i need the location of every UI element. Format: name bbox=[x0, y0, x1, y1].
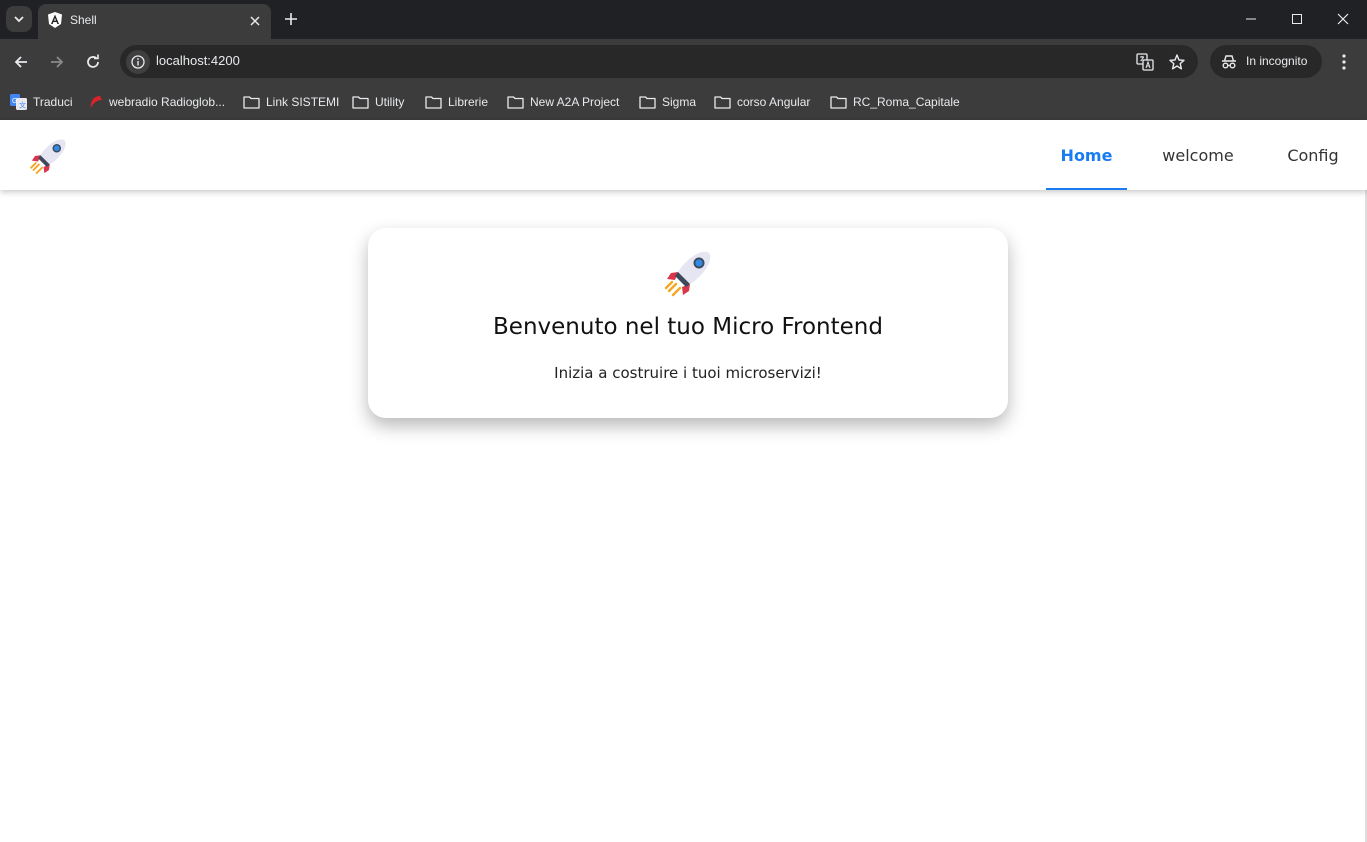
arrow-left-icon bbox=[14, 56, 27, 68]
svg-text:G: G bbox=[12, 98, 17, 105]
new-tab-button[interactable] bbox=[280, 8, 302, 30]
incognito-icon bbox=[1222, 55, 1236, 69]
info-icon bbox=[131, 55, 145, 69]
bookmark-traduci[interactable]: G文 Traduci bbox=[10, 91, 73, 113]
maximize-icon bbox=[1292, 14, 1302, 24]
star-icon bbox=[1169, 54, 1185, 70]
rocket-icon[interactable] bbox=[28, 135, 70, 177]
more-vert-icon bbox=[1342, 54, 1346, 70]
bookmark-label: corso Angular bbox=[737, 95, 811, 109]
browser-menu-button[interactable] bbox=[1334, 49, 1354, 75]
bookmark-label: RC_Roma_Capitale bbox=[853, 95, 960, 109]
folder-icon bbox=[243, 96, 260, 109]
site-info-button[interactable] bbox=[126, 50, 150, 74]
bookmark-librerie[interactable]: Librerie bbox=[425, 91, 488, 113]
close-icon bbox=[1337, 13, 1349, 25]
url-text: localhost:4200 bbox=[156, 53, 240, 68]
nav-config[interactable]: Config bbox=[1276, 120, 1350, 190]
folder-icon bbox=[714, 96, 731, 109]
app-viewport: Home welcome Config Benvenuto nel tuo Mi… bbox=[0, 120, 1367, 842]
folder-icon bbox=[352, 96, 369, 109]
app-navbar: Home welcome Config bbox=[0, 120, 1367, 190]
incognito-button[interactable]: In incognito bbox=[1210, 45, 1322, 78]
bookmark-webradio[interactable]: webradio Radioglob... bbox=[88, 91, 225, 113]
browser-tab[interactable]: Shell bbox=[38, 4, 271, 39]
browser-titlebar: Shell bbox=[0, 0, 1367, 39]
translate-icon bbox=[1136, 53, 1154, 71]
bookmark-label: New A2A Project bbox=[530, 95, 620, 109]
folder-icon bbox=[507, 96, 524, 109]
folder-icon bbox=[425, 96, 442, 109]
google-translate-icon: G文 bbox=[10, 94, 27, 110]
svg-text:文: 文 bbox=[19, 101, 26, 110]
bookmark-label: webradio Radioglob... bbox=[109, 95, 226, 109]
card-title: Benvenuto nel tuo Micro Frontend bbox=[493, 314, 883, 340]
bookmark-rc-roma-capitale[interactable]: RC_Roma_Capitale bbox=[830, 91, 960, 113]
forward-button[interactable] bbox=[44, 49, 70, 75]
bookmark-label: Librerie bbox=[448, 95, 489, 109]
welcome-card: Benvenuto nel tuo Micro Frontend Inizia … bbox=[368, 228, 1008, 418]
maximize-button[interactable] bbox=[1274, 0, 1320, 38]
browser-toolbar: localhost:4200 In incognito bbox=[0, 39, 1367, 84]
close-window-button[interactable] bbox=[1320, 0, 1366, 38]
tab-title: Shell bbox=[70, 13, 97, 27]
tab-search-button[interactable] bbox=[6, 6, 32, 32]
rocket-icon bbox=[664, 251, 711, 297]
reload-icon bbox=[87, 54, 99, 68]
close-icon bbox=[250, 16, 260, 26]
bookmark-sigma[interactable]: Sigma bbox=[639, 91, 696, 113]
back-button[interactable] bbox=[8, 49, 34, 75]
bookmark-corso-angular[interactable]: corso Angular bbox=[714, 91, 810, 113]
translate-button[interactable] bbox=[1134, 51, 1156, 73]
nav-home[interactable]: Home bbox=[1046, 120, 1127, 190]
address-bar[interactable]: localhost:4200 bbox=[120, 45, 1198, 78]
bookmarks-bar: G文 Traduci webradio Radioglob... Link SI… bbox=[0, 84, 1367, 120]
nav-welcome[interactable]: welcome bbox=[1150, 120, 1246, 190]
minimize-icon bbox=[1246, 18, 1256, 20]
bookmark-label: Traduci bbox=[33, 95, 73, 109]
card-subtitle: Inizia a costruire i tuoi microservizi! bbox=[554, 364, 822, 382]
arrow-right-icon bbox=[51, 56, 64, 68]
bookmark-label: Sigma bbox=[662, 95, 697, 109]
bookmark-link-sistemi[interactable]: Link SISTEMI bbox=[243, 91, 339, 113]
bookmark-new-a2a-project[interactable]: New A2A Project bbox=[507, 91, 619, 113]
chevron-down-icon bbox=[14, 16, 24, 23]
folder-icon bbox=[830, 96, 847, 109]
bookmark-label: Utility bbox=[375, 95, 405, 109]
angular-icon bbox=[48, 12, 62, 28]
tab-close-button[interactable] bbox=[246, 12, 264, 30]
radio-icon bbox=[90, 96, 102, 108]
bookmark-star-button[interactable] bbox=[1166, 51, 1188, 73]
reload-button[interactable] bbox=[80, 49, 106, 75]
folder-icon bbox=[639, 96, 656, 109]
bookmark-label: Link SISTEMI bbox=[266, 95, 340, 109]
minimize-button[interactable] bbox=[1228, 0, 1274, 38]
bookmark-utility[interactable]: Utility bbox=[352, 91, 404, 113]
incognito-label: In incognito bbox=[1246, 54, 1308, 68]
plus-icon bbox=[285, 13, 297, 25]
